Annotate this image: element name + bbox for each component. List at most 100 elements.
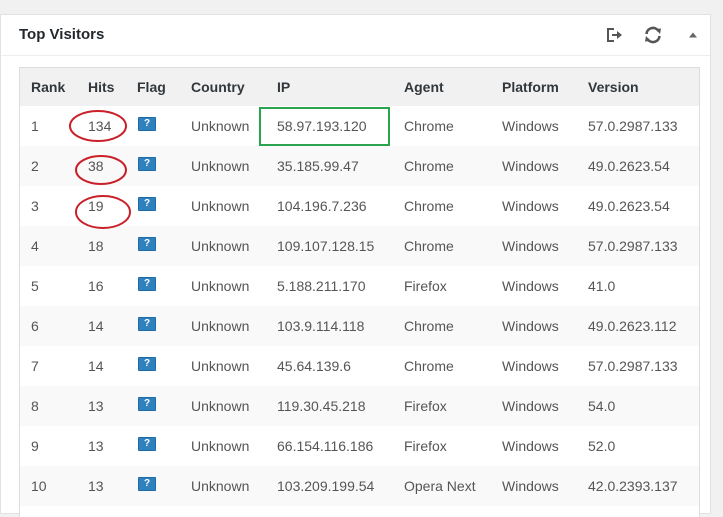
cell-version: 49.0.2623.54 [588, 198, 670, 214]
cell-version: 49.0.2623.54 [588, 146, 699, 186]
cell-version: 57.0.2987.133 [588, 118, 678, 134]
cell-agent: Chrome [404, 198, 454, 214]
table-row: 8 13? Unknown 119.30.45.218 Firefox Windows 54… [20, 386, 699, 426]
cell-rank: 10 [20, 466, 88, 506]
cell-agent: Chrome [404, 306, 502, 346]
visitors-table-container: Rank Hits Flag Country IP Agent Platform… [19, 67, 700, 517]
cell-country: Unknown [191, 386, 277, 426]
unknown-flag-icon: ? [138, 477, 156, 492]
cell-agent: Chrome [404, 358, 454, 374]
cell-rank: 4 [20, 226, 88, 266]
cell-country: Unknown [191, 278, 250, 294]
cell-country: Unknown [191, 438, 250, 454]
cell-flag: ? [137, 306, 191, 346]
cell-agent: Firefox [404, 386, 502, 426]
table-row: 6 14? Unknown 103.9.114.118 Chrome Windows 49.… [20, 306, 699, 346]
cell-platform: Windows [502, 118, 559, 134]
cell-flag: ? [137, 426, 191, 466]
cell-agent: Firefox [404, 278, 447, 294]
cell-platform: Windows [502, 386, 588, 426]
cell-flag: ? [137, 266, 191, 306]
cell-hits: 14 [88, 306, 137, 346]
refresh-icon[interactable] [643, 25, 663, 45]
cell-rank: 7 [31, 358, 39, 374]
cell-country: Unknown [191, 358, 250, 374]
cell-rank: 3 [31, 198, 39, 214]
cell-ip: 109.107.128.15 [277, 226, 404, 266]
cell-agent: Opera Next [404, 466, 502, 506]
cell-version: 57.0.2987.133 [588, 358, 678, 374]
header-ip: IP [277, 68, 404, 106]
cell-rank: 5 [31, 278, 39, 294]
cell-flag: ? [137, 466, 191, 506]
cell-rank: 8 [20, 386, 88, 426]
unknown-flag-icon: ? [138, 437, 156, 452]
cell-flag: ? [137, 386, 191, 426]
cell-platform: Windows [502, 438, 559, 454]
cell-platform: Windows [502, 358, 559, 374]
cell-hits: 14 [88, 358, 104, 374]
cell-country: Unknown [191, 466, 277, 506]
cell-country: Unknown [191, 226, 277, 266]
cell-country: Unknown [191, 198, 250, 214]
cell-hits: 18 [88, 226, 137, 266]
cell-ip: 5.188.211.170 [277, 278, 366, 294]
cell-version: 42.0.2393.137 [588, 466, 699, 506]
widget-header: Top Visitors [1, 15, 710, 56]
cell-flag: ? [137, 146, 191, 186]
cell-hits: 38 [88, 146, 137, 186]
table-row: 9 13? Unknown 66.154.116.186 Firefox Windows 5… [20, 426, 699, 466]
cell-hits: 13 [88, 438, 104, 454]
header-agent: Agent [404, 68, 502, 106]
table-row: 4 18? Unknown 109.107.128.15 Chrome Windows 57… [20, 226, 699, 266]
widget-title: Top Visitors [19, 26, 105, 43]
cell-country: Unknown [191, 146, 277, 186]
cell-platform: Windows [502, 278, 559, 294]
cell-ip: 45.64.139.6 [277, 358, 351, 374]
cell-country: Unknown [191, 306, 277, 346]
table-row: 10 13? Unknown 103.209.199.54 Opera Next Wind… [20, 466, 699, 506]
unknown-flag-icon: ? [138, 117, 156, 132]
table-row: 5 16? Unknown 5.188.211.170 Firefox Windows 41… [20, 266, 699, 306]
header-country: Country [191, 68, 277, 106]
cell-version: 41.0 [588, 278, 616, 294]
cell-agent: Chrome [404, 146, 502, 186]
unknown-flag-icon: ? [138, 237, 156, 252]
table-row: 3 19? Unknown 104.196.7.236 Chrome Windows 49.… [20, 186, 699, 226]
table-header-row: Rank Hits Flag Country IP Agent Platform… [20, 68, 699, 106]
cell-version: 57.0.2987.133 [588, 226, 699, 266]
cell-flag: ? [137, 186, 191, 226]
cell-ip: 58.97.193.120 [277, 118, 367, 134]
header-rank: Rank [20, 68, 88, 106]
cell-ip: 119.30.45.218 [277, 386, 404, 426]
cell-ip: 103.9.114.118 [277, 306, 404, 346]
header-hits: Hits [88, 68, 137, 106]
cell-hits: 19 [88, 198, 104, 214]
cell-version: 54.0 [588, 386, 699, 426]
unknown-flag-icon: ? [138, 157, 156, 172]
top-visitors-widget: Top Visitors Rank Hits Flag Country IP A… [0, 14, 711, 517]
cell-agent: Firefox [404, 438, 447, 454]
cell-ip: 66.154.116.186 [277, 438, 374, 454]
cell-flag: ? [137, 346, 191, 386]
unknown-flag-icon: ? [138, 277, 156, 292]
export-icon[interactable] [604, 25, 624, 45]
cell-platform: Windows [502, 198, 559, 214]
cell-platform: Windows [502, 466, 588, 506]
unknown-flag-icon: ? [138, 357, 156, 372]
table-row: 1 134? Unknown 58.97.193.120 Chrome Windows 57… [20, 106, 699, 146]
unknown-flag-icon: ? [138, 197, 156, 212]
cell-rank: 6 [20, 306, 88, 346]
cell-hits: 16 [88, 278, 104, 294]
cell-country: Unknown [191, 118, 250, 134]
cell-platform: Windows [502, 306, 588, 346]
visitors-table: Rank Hits Flag Country IP Agent Platform… [20, 68, 699, 506]
cell-ip: 104.196.7.236 [277, 198, 367, 214]
cell-agent: Chrome [404, 226, 502, 266]
header-platform: Platform [502, 68, 588, 106]
header-version: Version [588, 68, 699, 106]
cell-ip: 103.209.199.54 [277, 466, 404, 506]
cell-rank: 9 [31, 438, 39, 454]
cell-flag: ? [137, 106, 191, 146]
collapse-arrow-icon[interactable] [683, 25, 703, 45]
